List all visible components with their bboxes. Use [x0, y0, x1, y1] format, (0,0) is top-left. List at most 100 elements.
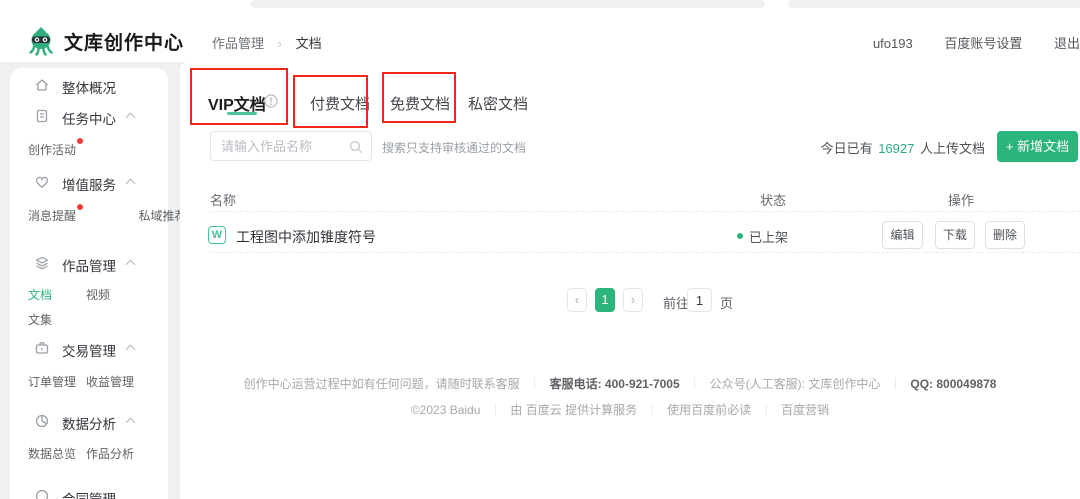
sidebar-subitem-data-overview[interactable]: 数据总览 [28, 445, 76, 462]
info-icon[interactable] [264, 94, 278, 108]
chevron-up-icon [126, 113, 136, 123]
edit-button[interactable]: 编辑 [882, 221, 923, 249]
user-area: ufo193 百度账号设置 退出 [845, 33, 1080, 52]
status-dot-icon [737, 233, 743, 239]
sidebar-item-overview[interactable]: 整体概况 [10, 75, 168, 95]
breadcrumb-works-management[interactable]: 作品管理 [212, 36, 264, 51]
chevron-up-icon [126, 260, 136, 270]
footer-cloud: 由 百度云 提供计算服务 [510, 403, 637, 417]
sidebar-item-label: 合同管理 [62, 488, 116, 499]
column-header-name: 名称 [210, 190, 236, 209]
sidebar-item-works-management[interactable]: 作品管理 [10, 253, 168, 273]
sidebar-subitem-row: 数据总览 作品分析 [10, 442, 168, 462]
table-divider [210, 252, 1080, 253]
sidebar-subitem-row: 订单管理 收益管理 [10, 370, 168, 390]
sidebar-subitem-collections[interactable]: 文集 [28, 311, 52, 328]
sidebar-item-data-analysis[interactable]: 数据分析 [10, 411, 168, 431]
footer-separator: ｜ [489, 403, 501, 417]
sidebar-subitem-row: 文档 视频 [10, 283, 168, 303]
sidebar-subitem-documents-active[interactable]: 文档 [28, 286, 52, 303]
octopus-logo-icon [26, 26, 56, 56]
chevron-up-icon [126, 345, 136, 355]
layers-icon [34, 255, 50, 271]
add-document-button[interactable]: + 新增文档 [997, 131, 1078, 162]
account-settings-link[interactable]: 百度账号设置 [944, 36, 1022, 51]
logo-text: 文库创作中心 [64, 28, 184, 55]
sidebar-item-contract-management[interactable]: 合同管理 [10, 486, 168, 499]
sidebar-item-task-center[interactable]: 任务中心 [10, 106, 168, 126]
search-input[interactable] [211, 132, 371, 160]
sidebar-subitem-message-reminder[interactable]: 消息提醒 [28, 207, 76, 224]
sidebar-subitem-revenue-management[interactable]: 收益管理 [86, 373, 134, 390]
upload-stat-suffix: 人上传文档 [920, 141, 985, 156]
sidebar-subitem-works-analysis[interactable]: 作品分析 [86, 445, 134, 462]
sidebar-item-trade-management[interactable]: 交易管理 [10, 338, 168, 358]
footer-notice-link[interactable]: 使用百度前必读 [667, 403, 751, 417]
search-box [210, 131, 372, 161]
wenku-creation-center-page: 文库创作中心 作品管理 › 文档 ufo193 百度账号设置 退出 整体概况 任… [0, 0, 1080, 499]
sidebar-subitem-creation-activity[interactable]: 创作活动 [10, 138, 168, 158]
task-icon [34, 108, 50, 124]
tab-paid-docs[interactable]: 付费文档 [310, 93, 370, 114]
browser-tab-strip-left [250, 0, 765, 8]
footer-marketing-link[interactable]: 百度营销 [781, 403, 829, 417]
download-button[interactable]: 下载 [935, 221, 975, 249]
document-title: 工程图中添加锥度符号 [236, 227, 376, 247]
footer-separator: ｜ [689, 377, 701, 391]
main-panel: VIP文档 付费文档 免费文档 私密文档 搜索只支持审核通过的文档 今日已有 1… [180, 62, 1080, 499]
footer-copyright-line: ©2023 Baidu｜由 百度云 提供计算服务｜使用百度前必读｜百度营销 [180, 401, 1060, 418]
goto-page-input[interactable] [687, 288, 712, 312]
goto-label: 前往 [663, 293, 689, 312]
sidebar-subitem-row: 文集 [10, 308, 168, 328]
pagination-next-button[interactable]: › [623, 288, 643, 312]
sidebar-item-value-added-services[interactable]: 增值服务 [10, 172, 168, 192]
logo[interactable]: 文库创作中心 [26, 26, 184, 56]
sidebar-subitem-order-management[interactable]: 订单管理 [28, 373, 76, 390]
sidebar-item-label: 整体概况 [62, 77, 116, 97]
circle-icon [34, 488, 50, 499]
browser-tab-strip-right [788, 0, 1080, 8]
red-dot-badge [77, 204, 83, 210]
sidebar: 整体概况 任务中心 创作活动 增值服务 消息提醒 私域推荐 作品管理 文档 视频 [10, 68, 168, 499]
footer-separator: ｜ [760, 403, 772, 417]
sidebar-item-label: 增值服务 [62, 174, 116, 194]
footer-separator: ｜ [529, 377, 541, 391]
breadcrumb-documents: 文档 [296, 36, 322, 51]
sidebar-subitem-label: 消息提醒 [28, 209, 76, 223]
breadcrumb: 作品管理 › 文档 [212, 33, 322, 52]
active-tab-underline [227, 112, 257, 115]
upload-stat-prefix: 今日已有 [821, 141, 873, 156]
pagination-prev-button[interactable]: ‹ [567, 288, 587, 312]
upload-stat: 今日已有 16927 人上传文档 [821, 138, 985, 157]
tab-free-docs[interactable]: 免费文档 [390, 93, 450, 114]
column-header-status: 状态 [760, 190, 786, 209]
home-icon [34, 77, 50, 93]
logout-link[interactable]: 退出 [1054, 36, 1080, 51]
pagination-page-1[interactable]: 1 [595, 288, 615, 312]
footer-separator: ｜ [646, 403, 658, 417]
sidebar-subitem-videos[interactable]: 视频 [86, 286, 110, 303]
status-badge: 已上架 [749, 227, 788, 246]
sidebar-item-label: 数据分析 [62, 413, 116, 433]
upload-stat-count: 16927 [878, 141, 914, 156]
footer-support-line: 创作中心运营过程中如有任何问题，请随时联系客服 ｜ 客服电话: 400-921-70… [180, 375, 1060, 392]
footer-phone: 客服电话: 400-921-7005 [550, 377, 680, 391]
table-divider [210, 211, 1080, 212]
sidebar-item-label: 交易管理 [62, 340, 116, 360]
sidebar-item-label: 作品管理 [62, 255, 116, 275]
username[interactable]: ufo193 [873, 36, 913, 51]
chevron-up-icon [126, 418, 136, 428]
tab-private-docs[interactable]: 私密文档 [468, 93, 528, 114]
search-hint: 搜索只支持审核通过的文档 [382, 139, 526, 156]
footer-support-text: 创作中心运营过程中如有任何问题，请随时联系客服 [244, 377, 520, 391]
sidebar-subitem-row: 消息提醒 私域推荐 [10, 204, 168, 224]
footer-separator: ｜ [889, 377, 901, 391]
search-icon[interactable] [349, 140, 363, 154]
word-doc-icon: W [208, 226, 226, 244]
chevron-up-icon [126, 179, 136, 189]
red-dot-badge [77, 138, 83, 144]
delete-button[interactable]: 删除 [985, 221, 1025, 249]
footer-qq: QQ: 800049878 [910, 377, 996, 391]
breadcrumb-separator: › [278, 36, 282, 51]
briefcase-icon [34, 340, 50, 356]
